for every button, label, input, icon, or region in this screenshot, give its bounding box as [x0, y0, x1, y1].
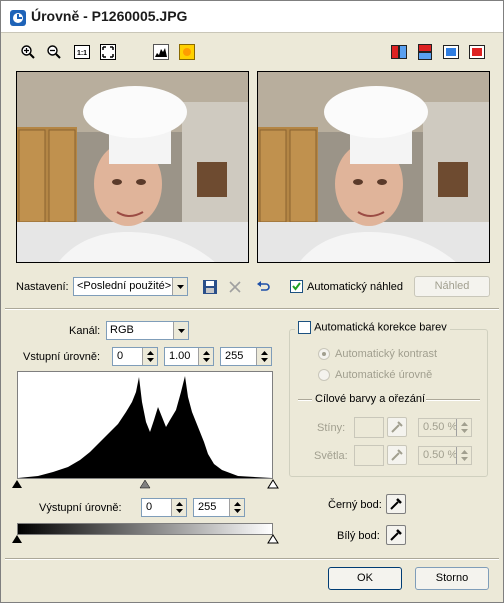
output-levels-label: Výstupní úrovně:	[39, 502, 122, 514]
input-gamma-spinner[interactable]: 1.00	[164, 347, 214, 366]
histogram-fill	[18, 376, 272, 478]
output-white-handle	[267, 534, 279, 544]
channel-label: Kanál:	[69, 325, 101, 337]
auto-preview-checkbox[interactable]	[290, 280, 303, 293]
before-view-icon[interactable]	[441, 42, 461, 62]
white-point-eyedropper-icon[interactable]	[386, 525, 406, 545]
split-horizontal-icon[interactable]	[415, 42, 435, 62]
preview-before	[16, 71, 249, 263]
chef-photo-after	[258, 72, 489, 262]
auto-color-checkbox[interactable]	[298, 321, 311, 334]
chef-photo-before	[17, 72, 248, 262]
settings-value: <Poslední použité>	[77, 280, 172, 292]
output-white-spinner[interactable]: 255	[193, 498, 245, 517]
delete-settings-icon[interactable]	[225, 277, 245, 297]
shadows-eyedropper-icon[interactable]	[387, 417, 407, 437]
black-point-eyedropper-icon[interactable]	[386, 494, 406, 514]
preview-button[interactable]: Náhled	[414, 276, 490, 297]
histogram-graph	[18, 376, 272, 478]
spin-arrows-icon[interactable]	[229, 499, 244, 516]
output-black-handle	[12, 535, 22, 543]
output-white-value: 255	[198, 501, 217, 513]
highlights-label: Světla:	[314, 450, 348, 462]
actual-size-icon[interactable]: 1:1	[72, 42, 92, 62]
preview-after	[257, 71, 490, 263]
white-point-label: Bílý bod:	[337, 530, 380, 542]
fit-to-window-icon[interactable]	[98, 42, 118, 62]
split-vertical-icon[interactable]	[389, 42, 409, 62]
shadows-label: Stíny:	[317, 422, 346, 434]
chevron-down-icon[interactable]	[172, 278, 187, 295]
histogram-icon[interactable]	[151, 42, 171, 62]
chevron-down-icon[interactable]	[173, 322, 188, 339]
target-group-label: Cílové barvy a ořezání	[315, 393, 426, 405]
cancel-button[interactable]: Storno	[415, 567, 489, 590]
levels-dialog: Úrovně - P1260005.JPG 1:1 Nastavení: <Po…	[0, 0, 504, 603]
divider	[5, 308, 499, 310]
spin-arrows-icon[interactable]	[456, 419, 471, 436]
shadows-color-swatch[interactable]	[354, 417, 384, 438]
input-black-spinner[interactable]: 0	[112, 347, 158, 366]
auto-preview-label: Automatický náhled	[307, 281, 403, 293]
undo-icon[interactable]	[253, 277, 273, 297]
zoom-in-icon[interactable]	[18, 42, 38, 62]
shadows-value: 0.50 %	[423, 421, 458, 433]
auto-contrast-radio[interactable]	[318, 348, 330, 360]
input-white-spinner[interactable]: 255	[220, 347, 272, 366]
output-black-spinner[interactable]: 0	[141, 498, 187, 517]
auto-color-label: Automatická korekce barev	[314, 321, 447, 334]
zoom-out-icon[interactable]	[44, 42, 64, 62]
input-black-value: 0	[117, 350, 124, 362]
highlights-eyedropper-icon[interactable]	[387, 445, 407, 465]
input-white-handle	[267, 479, 279, 489]
auto-color-icon[interactable]	[177, 42, 197, 62]
output-slider[interactable]	[11, 534, 281, 546]
spin-arrows-icon[interactable]	[256, 348, 271, 365]
window-title: Úrovně - P1260005.JPG	[31, 8, 188, 24]
highlights-color-swatch[interactable]	[354, 445, 384, 466]
svg-text:1:1: 1:1	[77, 50, 87, 57]
ok-button[interactable]: OK	[328, 567, 402, 590]
auto-contrast-label: Automatický kontrast	[335, 348, 438, 360]
divider	[298, 399, 312, 401]
output-black-value: 0	[146, 501, 153, 513]
highlights-value: 0.50 %	[423, 449, 458, 461]
divider	[5, 558, 499, 560]
auto-levels-label: Automatické úrovně	[335, 369, 433, 381]
spin-arrows-icon[interactable]	[171, 499, 186, 516]
save-settings-icon[interactable]	[200, 277, 220, 297]
highlights-spinner[interactable]: 0.50 %	[418, 446, 472, 465]
input-gamma-handle	[139, 479, 151, 489]
divider	[426, 399, 480, 401]
channel-dropdown[interactable]: RGB	[106, 321, 189, 340]
auto-color-legend: Automatická korekce barev	[295, 321, 450, 334]
input-levels-label: Vstupní úrovně:	[23, 351, 101, 363]
input-white-value: 255	[225, 350, 244, 362]
after-view-icon[interactable]	[467, 42, 487, 62]
title-bar[interactable]: Úrovně - P1260005.JPG	[1, 1, 503, 33]
histogram	[17, 371, 273, 479]
settings-label: Nastavení:	[16, 281, 69, 293]
spin-arrows-icon[interactable]	[456, 447, 471, 464]
settings-dropdown[interactable]: <Poslední použité>	[73, 277, 188, 296]
channel-value: RGB	[110, 324, 134, 336]
black-point-label: Černý bod:	[328, 499, 382, 511]
app-icon	[10, 10, 26, 26]
spin-arrows-icon[interactable]	[142, 348, 157, 365]
input-slider[interactable]	[11, 479, 281, 491]
spin-arrows-icon[interactable]	[198, 348, 213, 365]
shadows-spinner[interactable]: 0.50 %	[418, 418, 472, 437]
auto-levels-radio[interactable]	[318, 369, 330, 381]
input-gamma-value: 1.00	[169, 350, 191, 362]
input-black-handle	[12, 480, 22, 488]
